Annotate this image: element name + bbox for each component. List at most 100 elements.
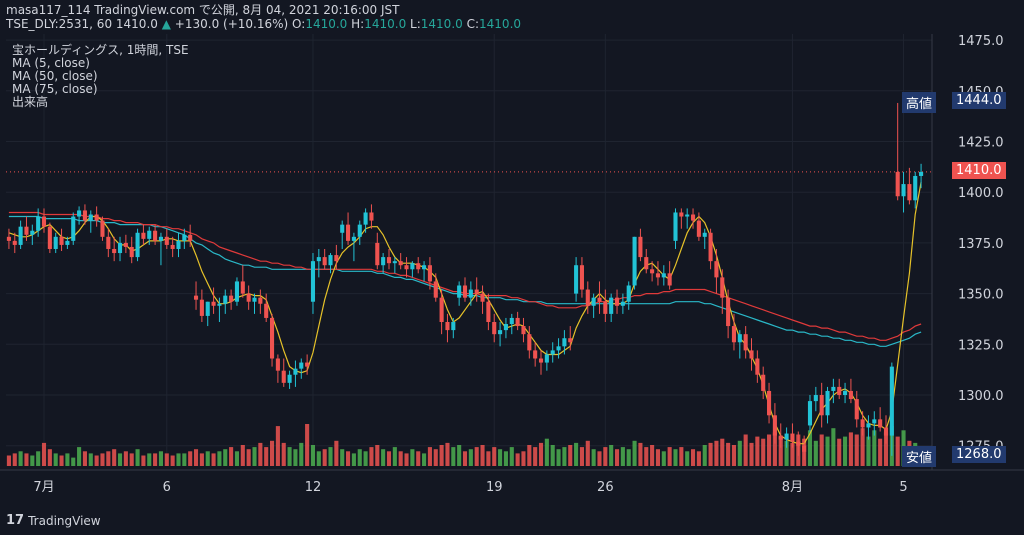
candle-body bbox=[726, 297, 731, 327]
candle-body bbox=[217, 303, 222, 306]
candle-body bbox=[211, 301, 216, 306]
volume-bar bbox=[854, 434, 859, 466]
volume-bar bbox=[100, 453, 105, 466]
candle-body bbox=[100, 220, 105, 237]
candle-body bbox=[901, 184, 906, 197]
candle-body bbox=[381, 257, 386, 266]
candle-body bbox=[82, 210, 87, 221]
volume-bar bbox=[82, 451, 87, 466]
candle-body bbox=[667, 273, 672, 286]
y-tick-label: 1400.0 bbox=[958, 186, 1004, 201]
candle-body bbox=[176, 240, 181, 249]
candle-body bbox=[158, 236, 163, 241]
volume-bar bbox=[533, 447, 538, 466]
candle-body bbox=[597, 297, 602, 302]
volume-bar bbox=[486, 451, 491, 466]
volume-bar bbox=[597, 451, 602, 466]
high-tag-value: 1444.0 bbox=[952, 92, 1006, 109]
volume-bar bbox=[211, 453, 216, 466]
volume-bar bbox=[351, 453, 356, 466]
candle-body bbox=[305, 362, 310, 367]
volume-bar bbox=[299, 442, 304, 466]
candle-body bbox=[41, 216, 47, 227]
volume-bar bbox=[340, 449, 345, 466]
candle-body bbox=[12, 240, 17, 245]
candle-body bbox=[410, 263, 415, 270]
candle-body bbox=[170, 244, 175, 249]
high-label: H: bbox=[351, 17, 365, 31]
x-tick-label: 19 bbox=[486, 480, 503, 495]
volume-bar bbox=[767, 434, 772, 466]
candle-body bbox=[293, 368, 298, 375]
volume-bar bbox=[193, 449, 199, 466]
candle-body bbox=[650, 269, 655, 274]
volume-bar bbox=[41, 442, 47, 466]
candle-body bbox=[474, 289, 479, 294]
candle-body bbox=[59, 236, 64, 245]
candle-body bbox=[340, 224, 345, 233]
x-tick-label: 26 bbox=[597, 480, 614, 495]
volume-bar bbox=[398, 451, 403, 466]
volume-bar bbox=[170, 455, 175, 466]
candle-body bbox=[503, 324, 508, 331]
candle-body bbox=[299, 362, 304, 369]
volume-bar bbox=[743, 434, 748, 466]
candle-body bbox=[112, 248, 117, 254]
candle-body bbox=[264, 303, 269, 318]
candle-body bbox=[6, 236, 11, 241]
current-price-tag: 1410.0 bbox=[952, 162, 1006, 179]
candle-body bbox=[714, 261, 719, 278]
candle-body bbox=[451, 322, 456, 331]
candle-body bbox=[65, 240, 70, 245]
symbol-label[interactable]: TSE_DLY:2531, 60 bbox=[6, 17, 112, 31]
candle-body bbox=[404, 265, 409, 270]
volume-bar bbox=[252, 447, 257, 466]
candle-body bbox=[720, 277, 725, 298]
volume-bar bbox=[322, 449, 327, 466]
low-tag-value: 1268.0 bbox=[952, 446, 1006, 463]
candle-body bbox=[661, 273, 666, 278]
volume-bar bbox=[12, 453, 17, 466]
candle-body bbox=[673, 212, 678, 241]
candle-body bbox=[813, 395, 818, 402]
candle-body bbox=[679, 212, 684, 217]
candle-body bbox=[509, 317, 514, 325]
volume-bar bbox=[199, 453, 204, 466]
volume-bar bbox=[205, 451, 210, 466]
legend-volume[interactable]: 出来高 bbox=[12, 96, 189, 109]
volume-bar bbox=[147, 453, 152, 466]
candle-body bbox=[357, 224, 362, 237]
volume-bar bbox=[667, 447, 672, 466]
volume-bar bbox=[24, 453, 29, 466]
volume-bar bbox=[498, 449, 503, 466]
volume-bar bbox=[77, 447, 82, 466]
candle-body bbox=[106, 236, 111, 249]
candle-body bbox=[767, 390, 772, 416]
volume-bar bbox=[462, 451, 468, 466]
volume-bar bbox=[6, 455, 11, 466]
candle-body bbox=[229, 295, 234, 302]
candle-body bbox=[913, 175, 918, 201]
candle-body bbox=[328, 255, 333, 266]
candlesticks bbox=[6, 102, 924, 460]
candle-body bbox=[708, 232, 713, 262]
candle-body bbox=[755, 358, 760, 375]
candle-body bbox=[533, 350, 538, 359]
volume-bar bbox=[702, 445, 707, 466]
candle-body bbox=[141, 232, 146, 239]
candle-body bbox=[258, 297, 263, 304]
candle-body bbox=[574, 265, 579, 294]
volume-bar bbox=[509, 447, 514, 466]
candle-body bbox=[866, 423, 871, 428]
y-tick-label: 1425.0 bbox=[958, 135, 1004, 150]
candle-body bbox=[445, 322, 450, 331]
candle-body bbox=[24, 226, 29, 235]
candle-body bbox=[498, 330, 503, 335]
candle-body bbox=[223, 295, 228, 304]
open-value: 1410.0 bbox=[305, 17, 348, 31]
volume-bar bbox=[825, 436, 830, 466]
x-tick-label: 8月 bbox=[782, 480, 803, 495]
candle-body bbox=[883, 427, 889, 436]
volume-bar bbox=[217, 451, 222, 466]
volume-bar bbox=[94, 455, 99, 466]
